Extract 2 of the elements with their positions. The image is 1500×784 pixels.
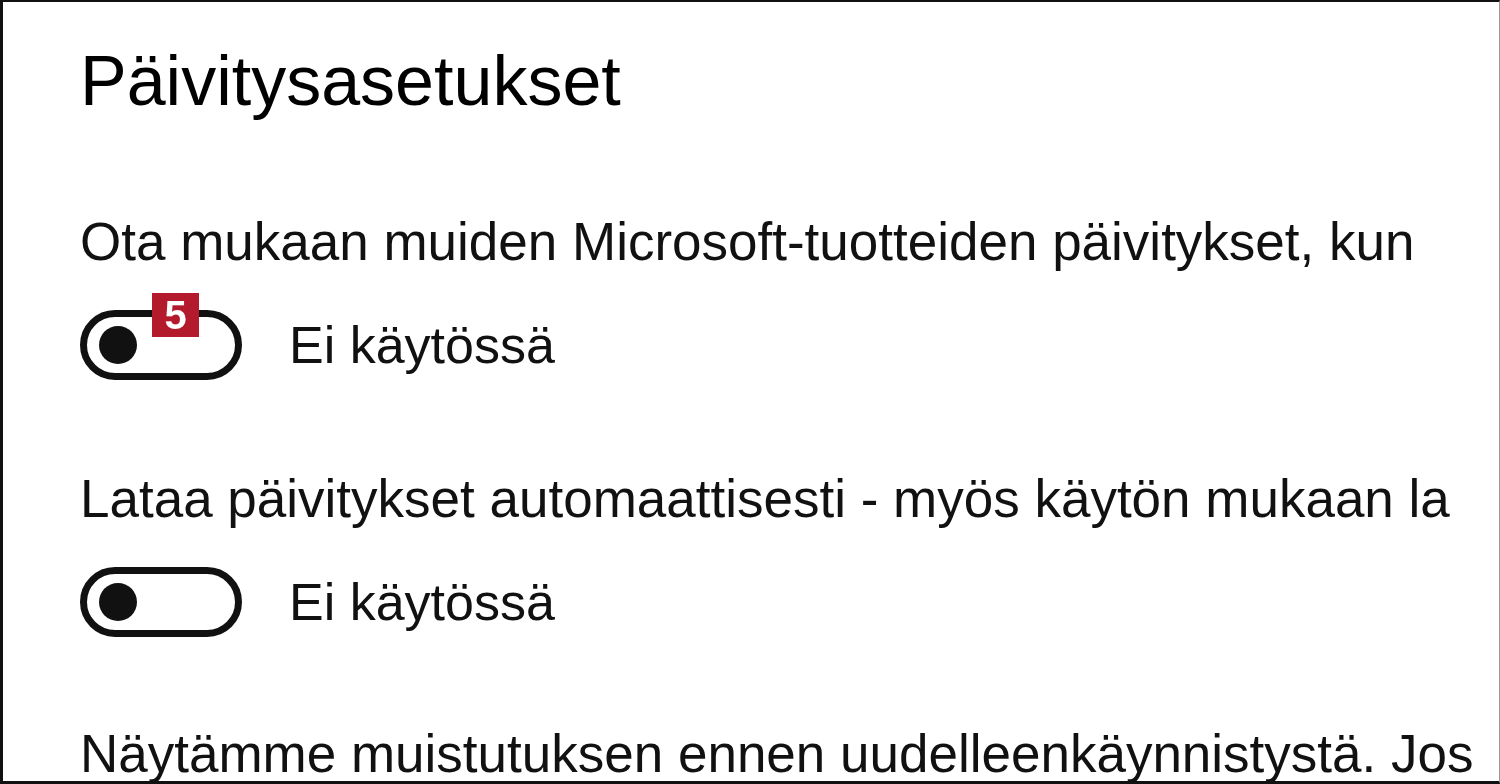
step-number-badge: 5 [152,293,199,337]
setting-description: Näytämme muistutuksen ennen uudelleenkäynnistystä. Jos [80,727,1475,780]
